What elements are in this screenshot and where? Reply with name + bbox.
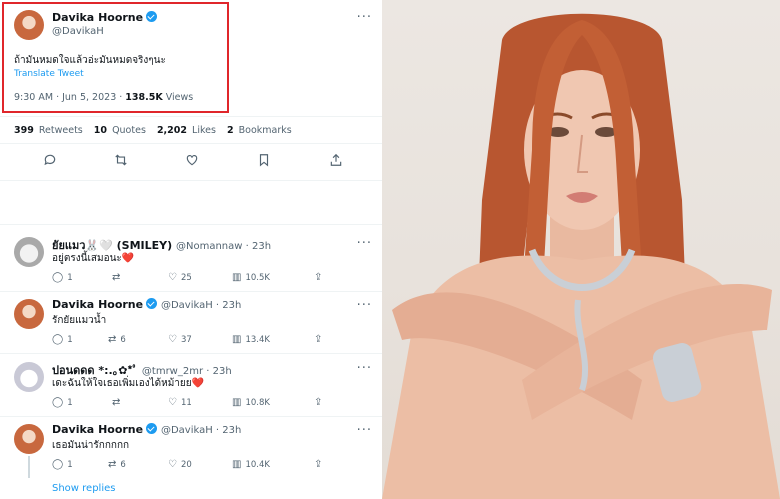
verified-icon bbox=[146, 298, 158, 309]
divider bbox=[0, 180, 382, 181]
like-icon[interactable]: ♡ 25 bbox=[168, 272, 192, 283]
divider bbox=[0, 416, 382, 417]
verified-icon bbox=[146, 11, 158, 22]
reply-text: เธอมันน่ารักกกกก bbox=[52, 440, 130, 451]
portrait-image bbox=[382, 13, 780, 499]
avatar[interactable] bbox=[14, 10, 44, 40]
like-icon[interactable]: ♡ 37 bbox=[168, 334, 192, 345]
divider bbox=[0, 116, 382, 117]
retweets-stat[interactable]: 399 Retweets bbox=[14, 125, 83, 136]
verified-icon bbox=[146, 423, 158, 434]
reply-actions: ◯ 1 ⇄ ♡ 25 ▥ 10.5K ⇪ bbox=[52, 272, 352, 284]
more-icon[interactable]: ··· bbox=[357, 361, 372, 376]
retweet-icon[interactable] bbox=[113, 153, 129, 169]
like-icon[interactable] bbox=[184, 153, 200, 169]
thread-line bbox=[28, 456, 30, 478]
share-icon[interactable]: ⇪ bbox=[314, 272, 326, 283]
translate-link[interactable]: Translate Tweet bbox=[14, 69, 84, 79]
share-icon[interactable]: ⇪ bbox=[314, 334, 326, 345]
views-count: 138.5K bbox=[125, 92, 163, 103]
views-icon[interactable]: ▥ 10.5K bbox=[232, 272, 270, 283]
tweet-panel: Davika Hoorne @DavikaH ··· ถ้ามันหมดใจแล… bbox=[0, 0, 382, 499]
views-icon[interactable]: ▥ 13.4K bbox=[232, 334, 270, 345]
likes-stat[interactable]: 2,202 Likes bbox=[157, 125, 216, 136]
reply-actions: ◯ 1 ⇄ 6 ♡ 37 ▥ 13.4K ⇪ bbox=[52, 334, 352, 346]
share-icon[interactable] bbox=[328, 153, 344, 169]
divider bbox=[0, 353, 382, 354]
like-icon[interactable]: ♡ 20 bbox=[168, 459, 192, 470]
more-icon[interactable]: ··· bbox=[357, 423, 372, 438]
reply-text: อยู่ตรงนี้เสมอนะ❤️ bbox=[52, 253, 135, 264]
avatar[interactable] bbox=[14, 424, 44, 454]
reply-actions: ◯ 1 ⇄ ♡ 11 ▥ 10.8K ⇪ bbox=[52, 397, 352, 409]
author-name[interactable]: Davika Hoorne bbox=[52, 11, 158, 24]
reply-actions: ◯ 1 ⇄ 6 ♡ 20 ▥ 10.4K ⇪ bbox=[52, 459, 352, 471]
quotes-stat[interactable]: 10 Quotes bbox=[94, 125, 146, 136]
reply-icon[interactable]: ◯ 1 bbox=[52, 334, 73, 345]
reply-icon[interactable]: ◯ 1 bbox=[52, 459, 73, 470]
portrait-photo bbox=[382, 0, 780, 499]
retweet-icon[interactable]: ⇄ bbox=[112, 272, 124, 283]
reply-text: รักยัยแมวน้ำ bbox=[52, 315, 107, 326]
avatar[interactable] bbox=[14, 237, 44, 267]
show-replies-link[interactable]: Show replies bbox=[52, 483, 115, 494]
more-icon[interactable]: ··· bbox=[357, 236, 372, 251]
reply-author-name[interactable]: Davika Hoorne @DavikaH · 23h bbox=[52, 423, 241, 436]
reply-icon[interactable] bbox=[42, 153, 58, 169]
divider bbox=[0, 291, 382, 292]
tweet-text: ถ้ามันหมดใจแล้วอ่ะมันหมดจริงๆนะ bbox=[14, 55, 166, 66]
author-handle[interactable]: @DavikaH bbox=[52, 26, 104, 37]
views-icon[interactable]: ▥ 10.8K bbox=[232, 397, 270, 408]
tweet-meta: 9:30 AM · Jun 5, 2023 · 138.5K Views bbox=[14, 92, 194, 103]
avatar[interactable] bbox=[14, 362, 44, 392]
divider bbox=[0, 224, 382, 225]
more-icon[interactable]: ··· bbox=[357, 10, 372, 25]
reply-text: เดะฉันให้ใจเธอเพิ่มเองได้หม้ายย❤️ bbox=[52, 378, 205, 389]
avatar[interactable] bbox=[14, 299, 44, 329]
share-icon[interactable]: ⇪ bbox=[314, 397, 326, 408]
retweet-icon[interactable]: ⇄ 6 bbox=[108, 459, 126, 470]
reply-icon[interactable]: ◯ 1 bbox=[52, 272, 73, 283]
like-icon[interactable]: ♡ 11 bbox=[168, 397, 192, 408]
bookmark-icon[interactable] bbox=[256, 153, 272, 169]
more-icon[interactable]: ··· bbox=[357, 298, 372, 313]
retweet-icon[interactable]: ⇄ bbox=[112, 397, 124, 408]
views-icon[interactable]: ▥ 10.4K bbox=[232, 459, 270, 470]
action-bar bbox=[0, 153, 382, 169]
divider bbox=[0, 143, 382, 144]
share-icon[interactable]: ⇪ bbox=[314, 459, 326, 470]
tweet-stats: 399 Retweets 10 Quotes 2,202 Likes 2 Boo… bbox=[14, 125, 300, 136]
retweet-icon[interactable]: ⇄ 6 bbox=[108, 334, 126, 345]
reply-author-name[interactable]: Davika Hoorne @DavikaH · 23h bbox=[52, 298, 241, 311]
bookmarks-stat[interactable]: 2 Bookmarks bbox=[227, 125, 292, 136]
reply-icon[interactable]: ◯ 1 bbox=[52, 397, 73, 408]
